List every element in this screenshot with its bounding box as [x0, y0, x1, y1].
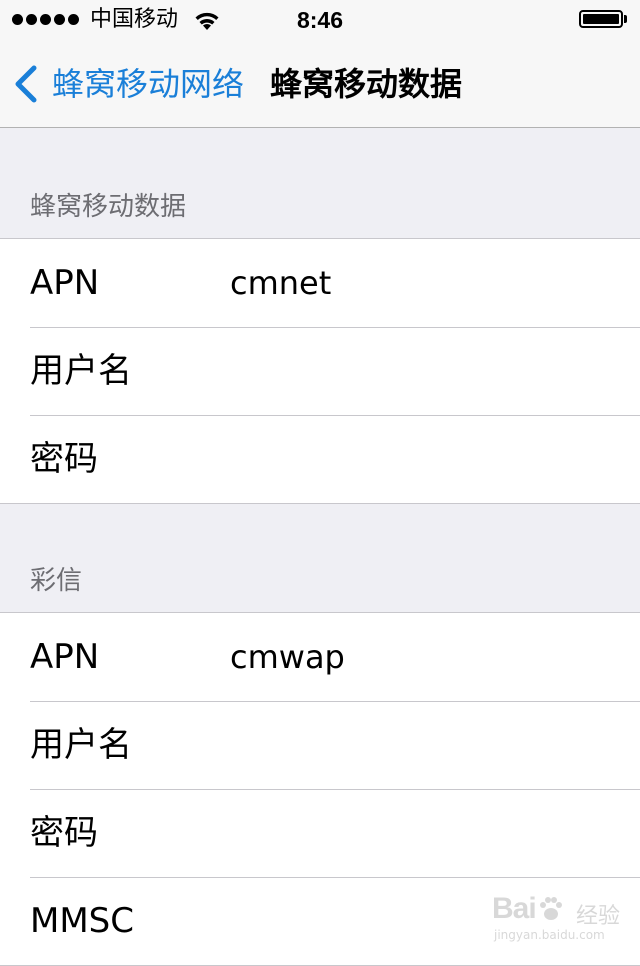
- navigation-bar: 蜂窝移动网络 蜂窝移动数据: [0, 40, 640, 128]
- battery-tip: [624, 15, 627, 23]
- watermark-suffix: 经验: [576, 904, 621, 929]
- watermark-brand: Bai: [492, 892, 537, 925]
- mms-password-row[interactable]: 密码: [0, 789, 640, 877]
- cellular-username-label: 用户名: [30, 351, 132, 391]
- mms-password-label: 密码: [30, 813, 98, 853]
- section-header-mms: 彩信: [30, 566, 83, 596]
- cellular-data-group: APN cmnet 用户名 密码: [0, 238, 640, 504]
- cellular-apn-row[interactable]: APN cmnet: [0, 239, 640, 327]
- cellular-password-label: 密码: [30, 439, 98, 479]
- mms-apn-field[interactable]: cmwap: [230, 613, 620, 701]
- back-button-label: 蜂窝移动网络: [52, 65, 245, 103]
- cellular-username-row[interactable]: 用户名: [0, 327, 640, 415]
- chevron-left-icon: [15, 65, 37, 103]
- mms-password-field[interactable]: [230, 789, 620, 877]
- battery-icon: [579, 10, 623, 28]
- back-button[interactable]: 蜂窝移动网络: [12, 40, 244, 128]
- cellular-password-row[interactable]: 密码: [0, 415, 640, 503]
- mms-apn-row[interactable]: APN cmwap: [0, 613, 640, 701]
- mms-username-label: 用户名: [30, 725, 132, 765]
- section-header-cellular-data: 蜂窝移动数据: [30, 192, 187, 222]
- status-time: 8:46: [296, 7, 344, 33]
- mms-apn-label: APN: [30, 637, 100, 677]
- cellular-apn-field[interactable]: cmnet: [230, 239, 620, 327]
- cellular-apn-label: APN: [30, 263, 100, 303]
- watermark: Bai 经验 jingyan.baidu.com: [492, 892, 624, 950]
- cellular-password-field[interactable]: [230, 415, 620, 503]
- cellular-username-field[interactable]: [230, 327, 620, 415]
- mms-username-row[interactable]: 用户名: [0, 701, 640, 789]
- paw-icon: [540, 897, 562, 920]
- watermark-url: jingyan.baidu.com: [494, 928, 605, 942]
- mms-mmsc-label: MMSC: [30, 901, 134, 941]
- mms-username-field[interactable]: [230, 701, 620, 789]
- page-title: 蜂窝移动数据: [270, 65, 463, 103]
- status-bar: 中国移动 8:46: [0, 0, 640, 40]
